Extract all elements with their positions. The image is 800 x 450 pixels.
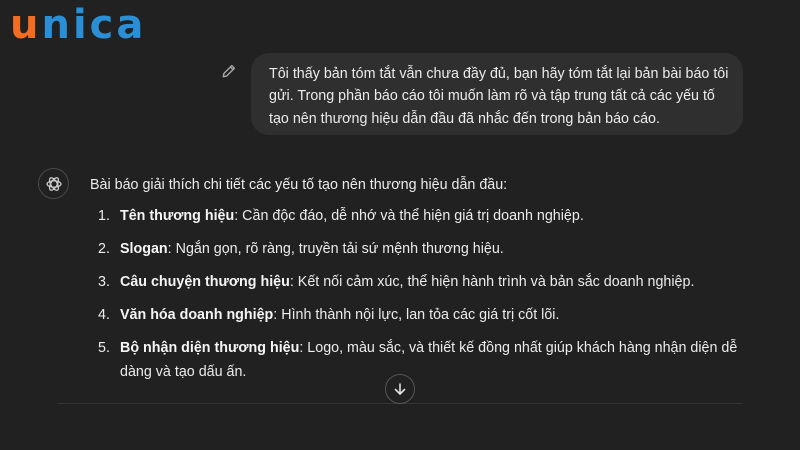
list-item-text: : Hình thành nội lực, lan tỏa các giá tr… (273, 307, 560, 323)
list-item-text: : Cần độc đáo, dễ nhớ và thể hiện giá tr… (234, 208, 584, 224)
list-item-number: 4. (98, 307, 110, 323)
list-item: 1. Tên thương hiệu: Cần độc đáo, dễ nhớ v… (90, 204, 770, 228)
list-item: 2. Slogan: Ngắn gọn, rõ ràng, truyền tải … (90, 237, 770, 261)
scroll-to-bottom-button[interactable] (385, 374, 415, 404)
list-item-text: : Kết nối cảm xúc, thể hiện hành trình v… (289, 274, 695, 290)
element-list: 1. Tên thương hiệu: Cần độc đáo, dễ nhớ v… (90, 204, 770, 384)
pencil-icon[interactable] (221, 63, 237, 79)
list-item: 3. Câu chuyện thương hiệu: Kết nối cảm xú… (90, 270, 770, 294)
assistant-intro: Bài báo giải thích chi tiết các yếu tố t… (90, 177, 508, 193)
user-message-bubble: Tôi thấy bản tóm tắt vẫn chưa đầy đủ, bạ… (251, 53, 743, 135)
openai-logo-icon (38, 168, 69, 199)
list-item-number: 5. (98, 340, 110, 356)
list-item-number: 3. (98, 274, 110, 290)
list-item-term: Bộ nhận diện thương hiệu (120, 340, 300, 356)
list-item: 5. Bộ nhận diện thương hiệu: Logo, màu sắ… (90, 336, 770, 384)
list-item-term: Văn hóa doanh nghiệp (120, 307, 274, 323)
list-item: 4. Văn hóa doanh nghiệp: Hình thành nội l… (90, 303, 770, 327)
list-item-number: 1. (98, 208, 110, 224)
assistant-message: Bài báo giải thích chi tiết các yếu tố t… (90, 174, 770, 384)
list-item-term: Slogan (120, 241, 168, 257)
list-item-term: Tên thương hiệu (120, 208, 235, 224)
logo-letters-nica: nica (41, 2, 147, 48)
list-item-number: 2. (98, 241, 110, 257)
logo-letter-u: u (10, 2, 42, 48)
user-message-text: Tôi thấy bản tóm tắt vẫn chưa đầy đủ, bạ… (269, 66, 729, 127)
list-item-term: Câu chuyện thương hiệu (120, 274, 290, 290)
arrow-down-icon (393, 382, 407, 396)
unica-logo: u nica (10, 4, 146, 46)
list-item-text: : Ngắn gọn, rõ ràng, truyền tải sứ mệnh … (167, 241, 504, 257)
